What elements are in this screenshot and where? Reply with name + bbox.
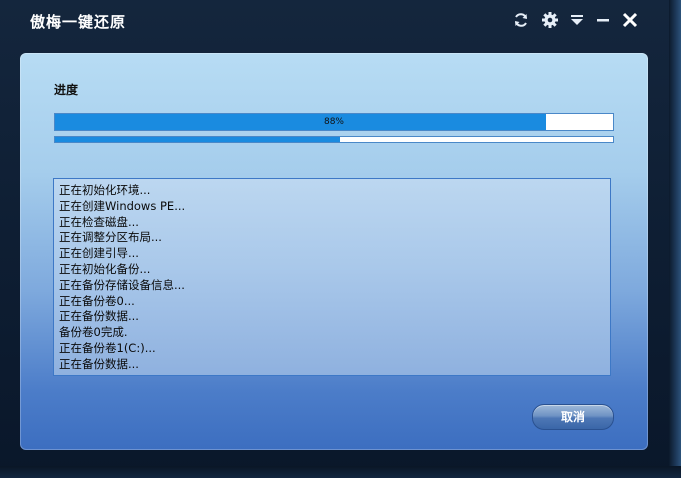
- gear-icon[interactable]: [540, 10, 560, 30]
- window-bottom-edge: [0, 466, 681, 478]
- log-line: 正在备份数据...: [59, 309, 139, 324]
- log-line: 正在备份存储设备信息...: [59, 277, 185, 292]
- cancel-button[interactable]: 取消: [532, 404, 614, 430]
- title-bar[interactable]: 傲梅一键还原: [0, 0, 681, 44]
- log-list[interactable]: 正在初始化环境... 正在创建Windows PE... 正在检查磁盘... 正在调整…: [53, 178, 611, 376]
- log-line: 正在创建Windows PE...: [59, 198, 186, 213]
- log-line: 正在备份卷0...: [59, 293, 135, 308]
- secondary-progress-fill: [55, 137, 340, 142]
- app-window: 傲梅一键还原 进度 88% 正在初始化环境... 正在创建Windows PE.…: [0, 0, 681, 478]
- log-line: 正在备份数据...: [59, 356, 139, 371]
- log-line: 正在初始化备份...: [59, 261, 151, 276]
- main-progress-bar: 88%: [54, 113, 614, 131]
- close-icon[interactable]: [620, 10, 640, 30]
- log-line: 正在初始化环境...: [59, 183, 151, 197]
- log-line: 备份卷0完成.: [59, 325, 128, 340]
- main-panel: 进度 88% 正在初始化环境... 正在创建Windows PE... 正在检查磁盘…: [20, 53, 648, 450]
- main-progress-percent: 88%: [323, 117, 344, 127]
- log-line: 正在创建引导...: [59, 246, 139, 261]
- dropdown-menu-icon[interactable]: [567, 10, 587, 30]
- window-edge: [669, 0, 681, 478]
- refresh-icon[interactable]: [511, 10, 531, 30]
- secondary-progress-bar: [54, 136, 614, 143]
- progress-label: 进度: [54, 83, 79, 97]
- log-line: 正在检查磁盘...: [59, 214, 139, 229]
- minimize-icon[interactable]: [593, 10, 613, 30]
- log-line: 正在调整分区布局...: [59, 230, 162, 245]
- window-title: 傲梅一键还原: [30, 13, 127, 31]
- log-line: 正在备份卷1(C:)...: [59, 340, 156, 355]
